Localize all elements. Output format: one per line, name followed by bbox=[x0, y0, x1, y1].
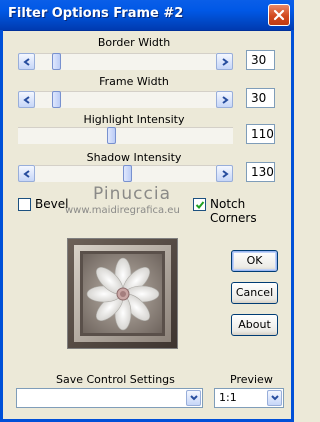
highlight-intensity-slider[interactable] bbox=[18, 127, 233, 144]
arrow-right-icon bbox=[221, 169, 229, 178]
window-title: Filter Options Frame #2 bbox=[8, 6, 184, 21]
watermark-name: Pinuccia bbox=[93, 184, 171, 204]
border-width-slider[interactable] bbox=[18, 53, 233, 70]
shadow-intensity-slider[interactable] bbox=[18, 165, 233, 182]
checkmark-icon bbox=[195, 200, 204, 209]
slider-thumb[interactable] bbox=[123, 165, 132, 182]
highlight-intensity-input[interactable]: 110 bbox=[246, 124, 275, 144]
bevel-label[interactable]: Bevel bbox=[35, 197, 68, 211]
preview-pane[interactable] bbox=[67, 238, 178, 349]
notch-corners-checkbox[interactable] bbox=[193, 198, 206, 211]
slider-thumb[interactable] bbox=[52, 53, 61, 70]
close-button[interactable] bbox=[268, 4, 290, 26]
save-settings-dropdown[interactable] bbox=[16, 388, 203, 408]
slider-thumb[interactable] bbox=[52, 91, 61, 108]
title-bar[interactable]: Filter Options Frame #2 bbox=[0, 0, 294, 31]
slider-right-arrow[interactable] bbox=[216, 91, 233, 108]
chevron-down-icon bbox=[270, 395, 279, 401]
border-width-input[interactable]: 30 bbox=[246, 50, 275, 70]
dropdown-button[interactable] bbox=[186, 390, 201, 406]
preview-zoom-dropdown[interactable]: 1:1 bbox=[214, 388, 284, 408]
highlight-intensity-label: Highlight Intensity bbox=[83, 113, 185, 126]
slider-left-arrow[interactable] bbox=[18, 165, 35, 182]
slider-track[interactable] bbox=[35, 53, 216, 70]
arrow-right-icon bbox=[221, 95, 229, 104]
arrow-left-icon bbox=[22, 95, 30, 104]
shadow-intensity-input[interactable]: 130 bbox=[246, 162, 275, 182]
slider-track[interactable] bbox=[35, 91, 216, 108]
slider-right-arrow[interactable] bbox=[216, 53, 233, 70]
preview-zoom-label: Preview bbox=[230, 373, 273, 386]
watermark-url: www.maidiregrafica.eu bbox=[65, 205, 180, 216]
cancel-button[interactable]: Cancel bbox=[231, 282, 278, 304]
bevel-checkbox[interactable] bbox=[18, 198, 31, 211]
arrow-left-icon bbox=[22, 169, 30, 178]
frame-width-input[interactable]: 30 bbox=[246, 88, 275, 108]
dropdown-button[interactable] bbox=[267, 390, 282, 406]
slider-right-arrow[interactable] bbox=[216, 165, 233, 182]
save-settings-label: Save Control Settings bbox=[56, 373, 175, 386]
preview-image bbox=[68, 239, 177, 348]
frame-width-label: Frame Width bbox=[99, 75, 169, 88]
slider-left-arrow[interactable] bbox=[18, 91, 35, 108]
slider-thumb[interactable] bbox=[107, 127, 116, 144]
notch-corners-label[interactable]: Notch Corners bbox=[210, 197, 294, 225]
border-width-label: Border Width bbox=[97, 36, 171, 49]
arrow-right-icon bbox=[221, 57, 229, 66]
shadow-intensity-label: Shadow Intensity bbox=[86, 151, 182, 164]
chevron-down-icon bbox=[189, 395, 198, 401]
arrow-left-icon bbox=[22, 57, 30, 66]
preview-zoom-value: 1:1 bbox=[219, 391, 237, 404]
slider-track[interactable] bbox=[18, 127, 233, 144]
ok-button[interactable]: OK bbox=[231, 250, 278, 272]
frame-width-slider[interactable] bbox=[18, 91, 233, 108]
slider-left-arrow[interactable] bbox=[18, 53, 35, 70]
close-icon bbox=[273, 9, 285, 21]
about-button[interactable]: About bbox=[231, 314, 278, 336]
